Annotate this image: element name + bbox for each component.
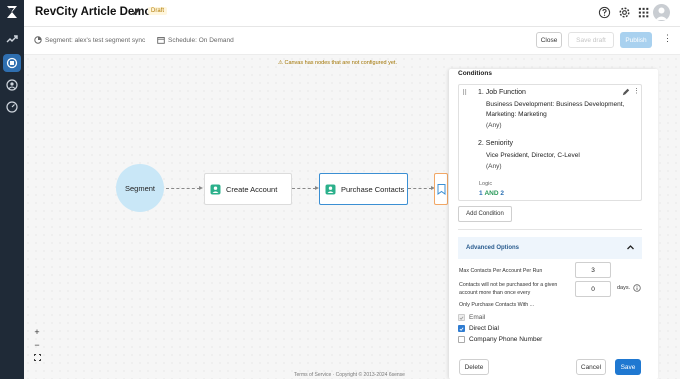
drag-handle-icon[interactable]: ⠿ <box>462 89 467 97</box>
condition-2-values: Vice President, Director, C-Level <box>486 152 580 159</box>
purchase-contacts-node[interactable]: Purchase Contacts <box>319 173 408 205</box>
segment-icon <box>34 36 42 44</box>
connector <box>292 186 319 190</box>
chevron-up-icon[interactable] <box>626 243 635 252</box>
condition-1-qualifier: (Any) <box>486 122 502 129</box>
company-phone-checkbox-row[interactable]: Company Phone Number <box>458 336 542 343</box>
divider <box>458 229 642 230</box>
condition-more-icon[interactable]: ⋮ <box>633 87 640 95</box>
condition-2-heading: 2. Seniority <box>478 140 514 147</box>
company-phone-checkbox[interactable] <box>458 336 465 343</box>
trend-icon[interactable] <box>5 32 19 46</box>
edit-condition-icon[interactable] <box>622 88 630 96</box>
zoom-out-button[interactable]: − <box>32 340 42 350</box>
create-account-icon <box>210 184 221 194</box>
purchase-contacts-label: Purchase Contacts <box>341 184 405 194</box>
direct-dial-checkbox-row[interactable]: Direct Dial <box>458 325 499 332</box>
repurchase-days-input[interactable]: 0 <box>575 281 611 297</box>
segment-node[interactable]: Segment <box>116 164 164 212</box>
conditions-panel: Conditions ⠿ ⋮ 1. Job Function Business … <box>449 69 658 379</box>
footer-text: Terms of Service · Copyright © 2013-2024… <box>294 372 405 378</box>
top-header: RevCity Article Demo Draft <box>24 0 680 27</box>
connector <box>408 186 435 190</box>
avatar[interactable] <box>653 4 670 21</box>
logic-expression[interactable]: 1 AND 2 <box>479 190 504 197</box>
email-checkbox[interactable] <box>458 314 465 321</box>
logic-label: Logic <box>479 181 493 187</box>
schedule-label: Schedule: On Demand <box>168 36 234 44</box>
canvas-warning: ⚠ Canvas has nodes that are not configur… <box>278 60 397 66</box>
days-label: days. <box>617 285 631 291</box>
info-icon[interactable] <box>633 284 641 292</box>
delete-button[interactable]: Delete <box>459 359 489 375</box>
direct-dial-checkbox[interactable] <box>458 325 465 332</box>
advanced-options-header[interactable]: Advanced Options <box>458 237 642 259</box>
app: RevCity Article Demo Draft Segment: alex… <box>0 0 680 379</box>
segment-label: Segment: alex's test segment sync <box>45 36 146 44</box>
close-button[interactable]: Close <box>536 32 562 48</box>
condition-1-heading: 1. Job Function <box>478 89 526 96</box>
repurchase-label: Contacts will not be purchased for a giv… <box>459 282 558 296</box>
more-options-icon[interactable]: ⋮ <box>663 33 672 44</box>
advanced-options-label: Advanced Options <box>466 245 520 251</box>
direct-dial-checkbox-label: Direct Dial <box>469 325 499 332</box>
condition-2-qualifier: (Any) <box>486 163 502 170</box>
save-button[interactable]: Save <box>615 359 641 375</box>
orchestration-icon[interactable] <box>3 54 21 72</box>
zoom-in-button[interactable]: + <box>32 327 42 337</box>
add-condition-button[interactable]: Add Condition <box>458 206 512 222</box>
calendar-icon <box>157 37 165 44</box>
email-checkbox-label: Email <box>469 314 486 321</box>
fit-view-icon[interactable] <box>32 352 42 362</box>
condition-1-values: Business Development: Business Developme… <box>486 101 625 118</box>
max-contacts-label: Max Contacts Per Account Per Run <box>459 268 543 274</box>
email-checkbox-row[interactable]: Email <box>458 314 485 321</box>
create-account-label: Create Account <box>226 184 278 194</box>
edit-title-icon[interactable] <box>132 7 141 16</box>
conditions-box: ⠿ ⋮ 1. Job Function Business Development… <box>458 84 642 201</box>
grid-icon[interactable] <box>637 6 650 19</box>
left-nav-rail <box>0 0 24 379</box>
connector <box>166 186 203 190</box>
gauge-icon[interactable] <box>5 100 19 114</box>
panel-title: Conditions <box>458 70 492 77</box>
user-icon[interactable] <box>5 78 19 92</box>
only-purchase-label: Only Purchase Contacts With ... <box>459 302 535 308</box>
publish-button[interactable]: Publish <box>620 32 652 48</box>
bookmark-icon <box>437 183 446 195</box>
create-account-node[interactable]: Create Account <box>204 173 292 205</box>
save-draft-button[interactable]: Save draft <box>568 32 614 48</box>
help-icon[interactable] <box>598 6 611 19</box>
purchase-contacts-icon <box>325 184 336 194</box>
logo-icon[interactable] <box>4 4 20 20</box>
cancel-button[interactable]: Cancel <box>576 359 606 375</box>
max-contacts-input[interactable]: 3 <box>575 262 611 278</box>
unconfigured-node[interactable] <box>434 173 448 205</box>
gear-icon[interactable] <box>618 6 631 19</box>
segment-meta[interactable]: Segment: alex's test segment sync <box>34 36 145 44</box>
status-badge: Draft <box>148 7 168 15</box>
sub-header: Segment: alex's test segment sync Schedu… <box>24 27 680 55</box>
schedule-meta[interactable]: Schedule: On Demand <box>157 36 234 44</box>
company-phone-checkbox-label: Company Phone Number <box>469 336 543 343</box>
